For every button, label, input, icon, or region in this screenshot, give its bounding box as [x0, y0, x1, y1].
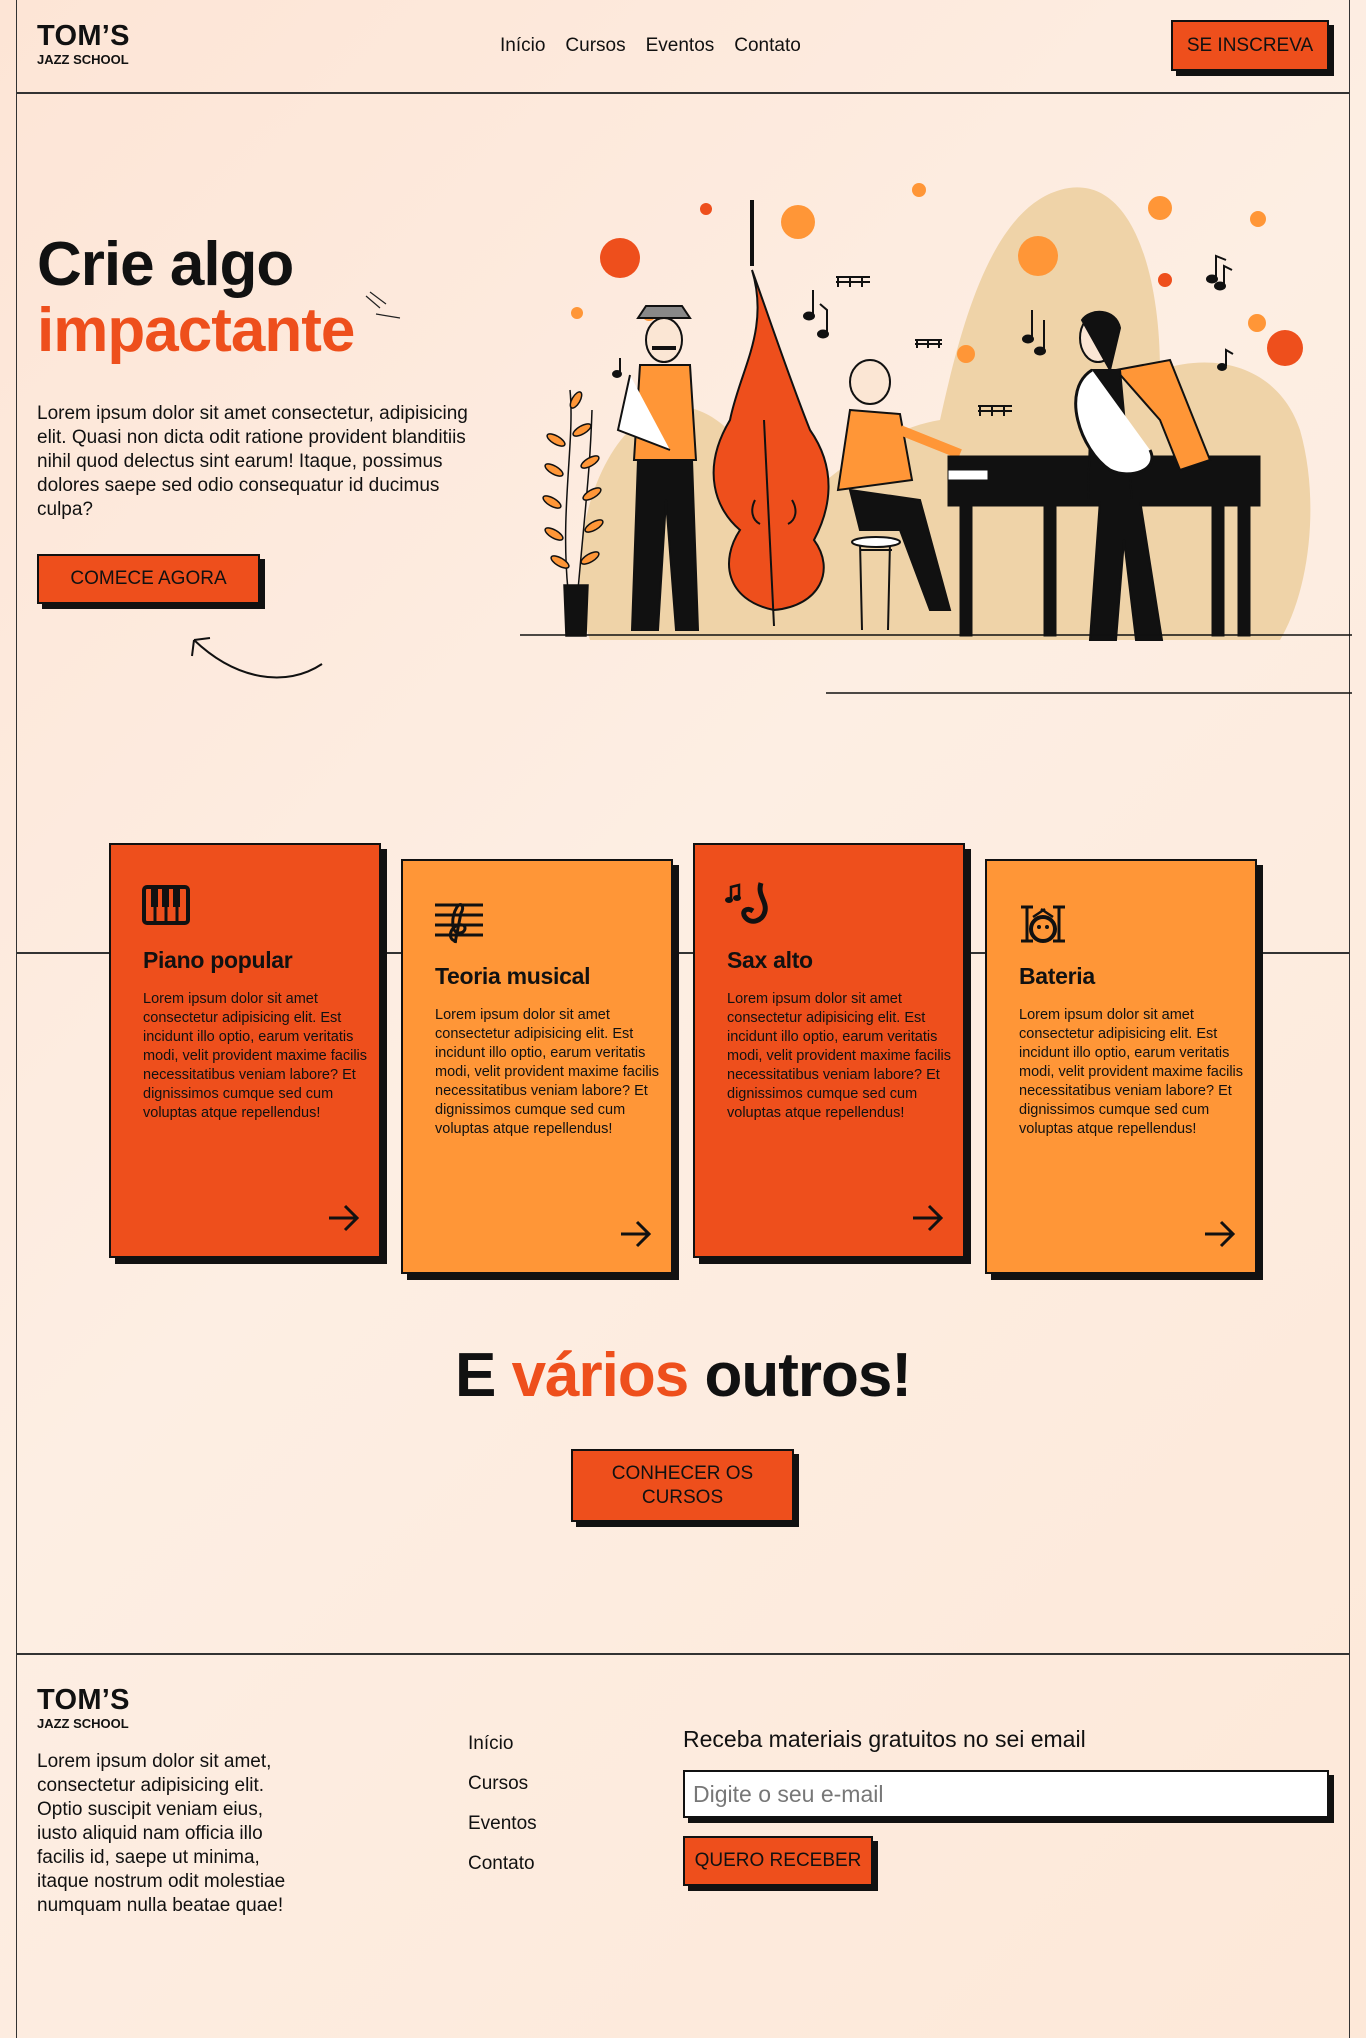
course-card-piano[interactable]: Piano popular Lorem ipsum dolor sit amet… [109, 843, 381, 1258]
double-bass [712, 200, 830, 627]
email-input[interactable] [683, 1770, 1329, 1818]
footer-nav-eventos[interactable]: Eventos [468, 1813, 537, 1853]
logo-name: TOM’S [37, 20, 130, 52]
logo-subtitle: JAZZ SCHOOL [37, 52, 129, 67]
arrow-right-icon[interactable] [911, 1204, 945, 1232]
curved-arrow-decoration [191, 637, 323, 679]
footer-logo[interactable]: TOM’S JAZZ SCHOOL [37, 1684, 130, 1731]
hero-title-line1: Crie algo [37, 230, 294, 299]
course-description: Lorem ipsum dolor sit amet consectetur a… [1019, 1007, 1244, 1137]
sparkle-decoration [365, 291, 401, 319]
drums-icon [1021, 905, 1065, 943]
footer-nav: Início Cursos Eventos Contato [468, 1733, 537, 1893]
jazz-band-illustration [520, 183, 1352, 694]
course-title: Bateria [1019, 963, 1095, 989]
nav-contato[interactable]: Contato [734, 35, 801, 57]
logo-subtitle: JAZZ SCHOOL [37, 1716, 129, 1731]
others-heading-part1: E [454, 1341, 496, 1410]
nav-eventos[interactable]: Eventos [646, 35, 715, 57]
header-divider [16, 92, 1350, 94]
see-courses-button[interactable]: CONHECER OS CURSOS [571, 1449, 794, 1522]
course-title: Sax alto [727, 947, 813, 973]
start-now-button[interactable]: COMECE AGORA [37, 554, 260, 604]
arrow-right-icon[interactable] [327, 1204, 361, 1232]
piano-icon [142, 885, 190, 925]
footer-nav-cursos[interactable]: Cursos [468, 1773, 537, 1813]
hero-title-line2: impactante [37, 296, 355, 365]
course-description: Lorem ipsum dolor sit amet consectetur a… [435, 1007, 660, 1137]
arrow-right-icon[interactable] [1203, 1220, 1237, 1248]
logo-name: TOM’S [37, 1684, 130, 1716]
others-heading-accent: vários [511, 1341, 690, 1410]
saxophone-icon [725, 882, 768, 924]
course-title: Teoria musical [435, 963, 591, 989]
signup-button[interactable]: SE INSCREVA [1171, 20, 1329, 71]
hero-text: Lorem ipsum dolor sit amet consectetur, … [37, 403, 468, 520]
others-heading-part2: outros! [704, 1341, 912, 1410]
footer-nav-inicio[interactable]: Início [468, 1733, 537, 1773]
course-description: Lorem ipsum dolor sit amet consectetur a… [143, 991, 368, 1121]
arrow-right-icon[interactable] [619, 1220, 653, 1248]
subscribe-button[interactable]: QUERO RECEBER [683, 1836, 873, 1886]
course-title: Piano popular [143, 947, 293, 973]
course-card-sax[interactable]: Sax alto Lorem ipsum dolor sit amet cons… [693, 843, 965, 1258]
nav-inicio[interactable]: Início [500, 35, 545, 57]
logo[interactable]: TOM’S JAZZ SCHOOL [37, 20, 130, 67]
course-card-theory[interactable]: Teoria musical Lorem ipsum dolor sit ame… [401, 859, 673, 1274]
music-staff-icon [435, 903, 483, 944]
main-nav: Início Cursos Eventos Contato [500, 35, 801, 57]
footer-text: Lorem ipsum dolor sit amet, consectetur … [37, 1751, 286, 1916]
nav-cursos[interactable]: Cursos [565, 35, 625, 57]
others-heading: E vários outros! [0, 1340, 1366, 1411]
hero-title: Crie algo impactante [37, 230, 355, 365]
footer-nav-contato[interactable]: Contato [468, 1853, 537, 1893]
newsletter-title: Receba materiais gratuitos no sei email [683, 1726, 1086, 1752]
course-description: Lorem ipsum dolor sit amet consectetur a… [727, 991, 952, 1121]
course-card-drums[interactable]: Bateria Lorem ipsum dolor sit amet conse… [985, 859, 1257, 1274]
footer-divider [16, 1653, 1350, 1655]
